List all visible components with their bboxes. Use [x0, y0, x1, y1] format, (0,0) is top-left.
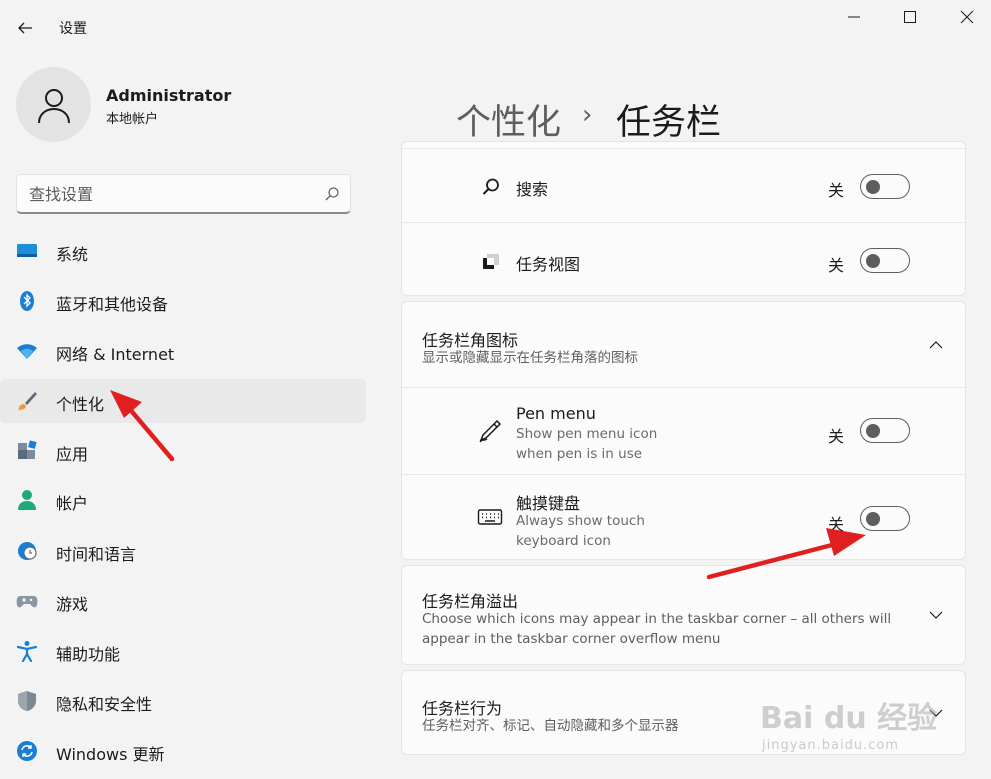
back-arrow-icon	[18, 22, 32, 34]
sidebar-item-label: 隐私和安全性	[56, 695, 153, 714]
corner-overflow-card[interactable]: 任务栏角溢出 Choose which icons may appear in …	[401, 565, 966, 665]
breadcrumb-separator-icon: ›	[582, 100, 593, 130]
close-button[interactable]	[944, 4, 990, 30]
update-icon	[16, 740, 38, 762]
chevron-down-icon[interactable]	[924, 603, 948, 627]
sidebar-item-label: 辅助功能	[56, 645, 121, 664]
sidebar-item-accounts[interactable]: 帐户	[0, 478, 366, 522]
sidebar-item-personalization[interactable]: 个性化	[0, 379, 366, 423]
group-description: Choose which icons may appear in the tas…	[422, 611, 892, 627]
accessibility-icon	[16, 640, 38, 662]
sidebar-item-privacy[interactable]: 隐私和安全性	[0, 679, 366, 723]
pen-menu-row[interactable]: Pen menu Show pen menu icon when pen is …	[402, 388, 965, 474]
sidebar-item-gaming[interactable]: 游戏	[0, 579, 366, 623]
group-subtitle: 任务栏对齐、标记、自动隐藏和多个显示器	[422, 718, 679, 734]
system-icon	[16, 240, 38, 262]
sidebar-item-label: 游戏	[56, 595, 89, 614]
sidebar-item-label: 个性化	[56, 395, 105, 414]
toggle-knob	[866, 253, 880, 268]
row-description: when pen is in use	[516, 446, 643, 462]
toggle-knob	[866, 423, 880, 438]
user-icon	[37, 88, 70, 123]
brush-icon	[16, 390, 38, 412]
sidebar-item-label: 时间和语言	[56, 545, 137, 564]
apps-icon	[16, 440, 38, 462]
keyboard-icon	[477, 504, 503, 530]
sidebar-item-bluetooth[interactable]: 蓝牙和其他设备	[0, 279, 366, 323]
corner-icons-header[interactable]: 任务栏角图标 显示或隐藏显示在任务栏角落的图标	[402, 302, 965, 388]
toggle-state-label: 关	[828, 427, 845, 446]
search-input[interactable]	[29, 183, 309, 205]
gamepad-icon	[16, 590, 38, 612]
row-description: keyboard icon	[516, 533, 611, 549]
watermark-logo: Bai du 经验	[760, 701, 938, 736]
search-icon	[478, 174, 504, 200]
row-title: 搜索	[516, 180, 549, 199]
sidebar-item-time-language[interactable]: 时间和语言	[0, 529, 366, 573]
toggle-knob	[866, 511, 880, 526]
row-title: 任务视图	[516, 255, 581, 274]
sidebar-item-apps[interactable]: 应用	[0, 429, 366, 473]
search-icon[interactable]	[324, 186, 340, 202]
taskbar-task-view-row[interactable]: 任务视图 关	[402, 223, 965, 296]
bluetooth-icon	[16, 290, 38, 312]
touch-keyboard-toggle[interactable]	[860, 506, 910, 531]
row-description: Show pen menu icon	[516, 426, 658, 442]
sidebar-item-label: 网络 & Internet	[56, 345, 175, 364]
back-button[interactable]	[10, 14, 40, 42]
sidebar-item-windows-update[interactable]: Windows 更新	[0, 729, 366, 773]
row-description: Always show touch	[516, 513, 645, 529]
page-title: 任务栏	[616, 103, 722, 143]
breadcrumb-parent[interactable]: 个性化	[456, 94, 561, 145]
task-view-icon	[478, 248, 504, 274]
wifi-icon	[16, 340, 38, 362]
shield-icon	[16, 690, 38, 712]
maximize-icon	[904, 11, 916, 23]
pen-menu-toggle[interactable]	[860, 418, 910, 443]
user-name: Administrator	[106, 86, 232, 105]
sidebar-item-label: Windows 更新	[56, 745, 165, 764]
minimize-icon	[848, 16, 860, 18]
close-icon	[960, 10, 974, 24]
sidebar-item-network[interactable]: 网络 & Internet	[0, 329, 366, 373]
search-toggle[interactable]	[860, 174, 910, 199]
toggle-knob	[866, 179, 880, 194]
toggle-state-label: 关	[828, 256, 845, 275]
taskbar-items-card: 搜索 关 任务视图 关	[401, 141, 966, 296]
group-subtitle: 显示或隐藏显示在任务栏角落的图标	[422, 350, 638, 366]
app-title: 设置	[59, 21, 87, 37]
globe-clock-icon	[16, 540, 38, 562]
account-icon	[16, 489, 38, 511]
toggle-state-label: 关	[828, 181, 845, 200]
toggle-state-label: 关	[828, 515, 845, 534]
sidebar-item-label: 系统	[56, 245, 89, 264]
row-title: Pen menu	[516, 404, 596, 423]
maximize-button[interactable]	[887, 4, 933, 30]
taskbar-search-row[interactable]: 搜索 关	[402, 149, 965, 223]
corner-icons-card: 任务栏角图标 显示或隐藏显示在任务栏角落的图标 Pen menu Show pe…	[401, 301, 966, 560]
account-type: 本地帐户	[106, 112, 159, 127]
watermark-url: jingyan.baidu.com	[762, 738, 899, 753]
task-view-toggle[interactable]	[860, 248, 910, 273]
minimize-button[interactable]	[831, 4, 877, 30]
chevron-up-icon[interactable]	[924, 333, 948, 357]
sidebar-item-system[interactable]: 系统	[0, 229, 366, 273]
sidebar-item-label: 帐户	[56, 494, 89, 513]
sidebar-item-label: 蓝牙和其他设备	[56, 295, 169, 314]
touch-keyboard-row[interactable]: 触摸键盘 Always show touch keyboard icon 关	[402, 475, 965, 560]
avatar[interactable]	[16, 67, 91, 142]
sidebar-item-accessibility[interactable]: 辅助功能	[0, 629, 366, 673]
sidebar-item-label: 应用	[56, 445, 89, 464]
group-description: appear in the taskbar corner overflow me…	[422, 631, 721, 647]
pen-icon	[477, 418, 503, 444]
search-box[interactable]	[16, 174, 351, 214]
